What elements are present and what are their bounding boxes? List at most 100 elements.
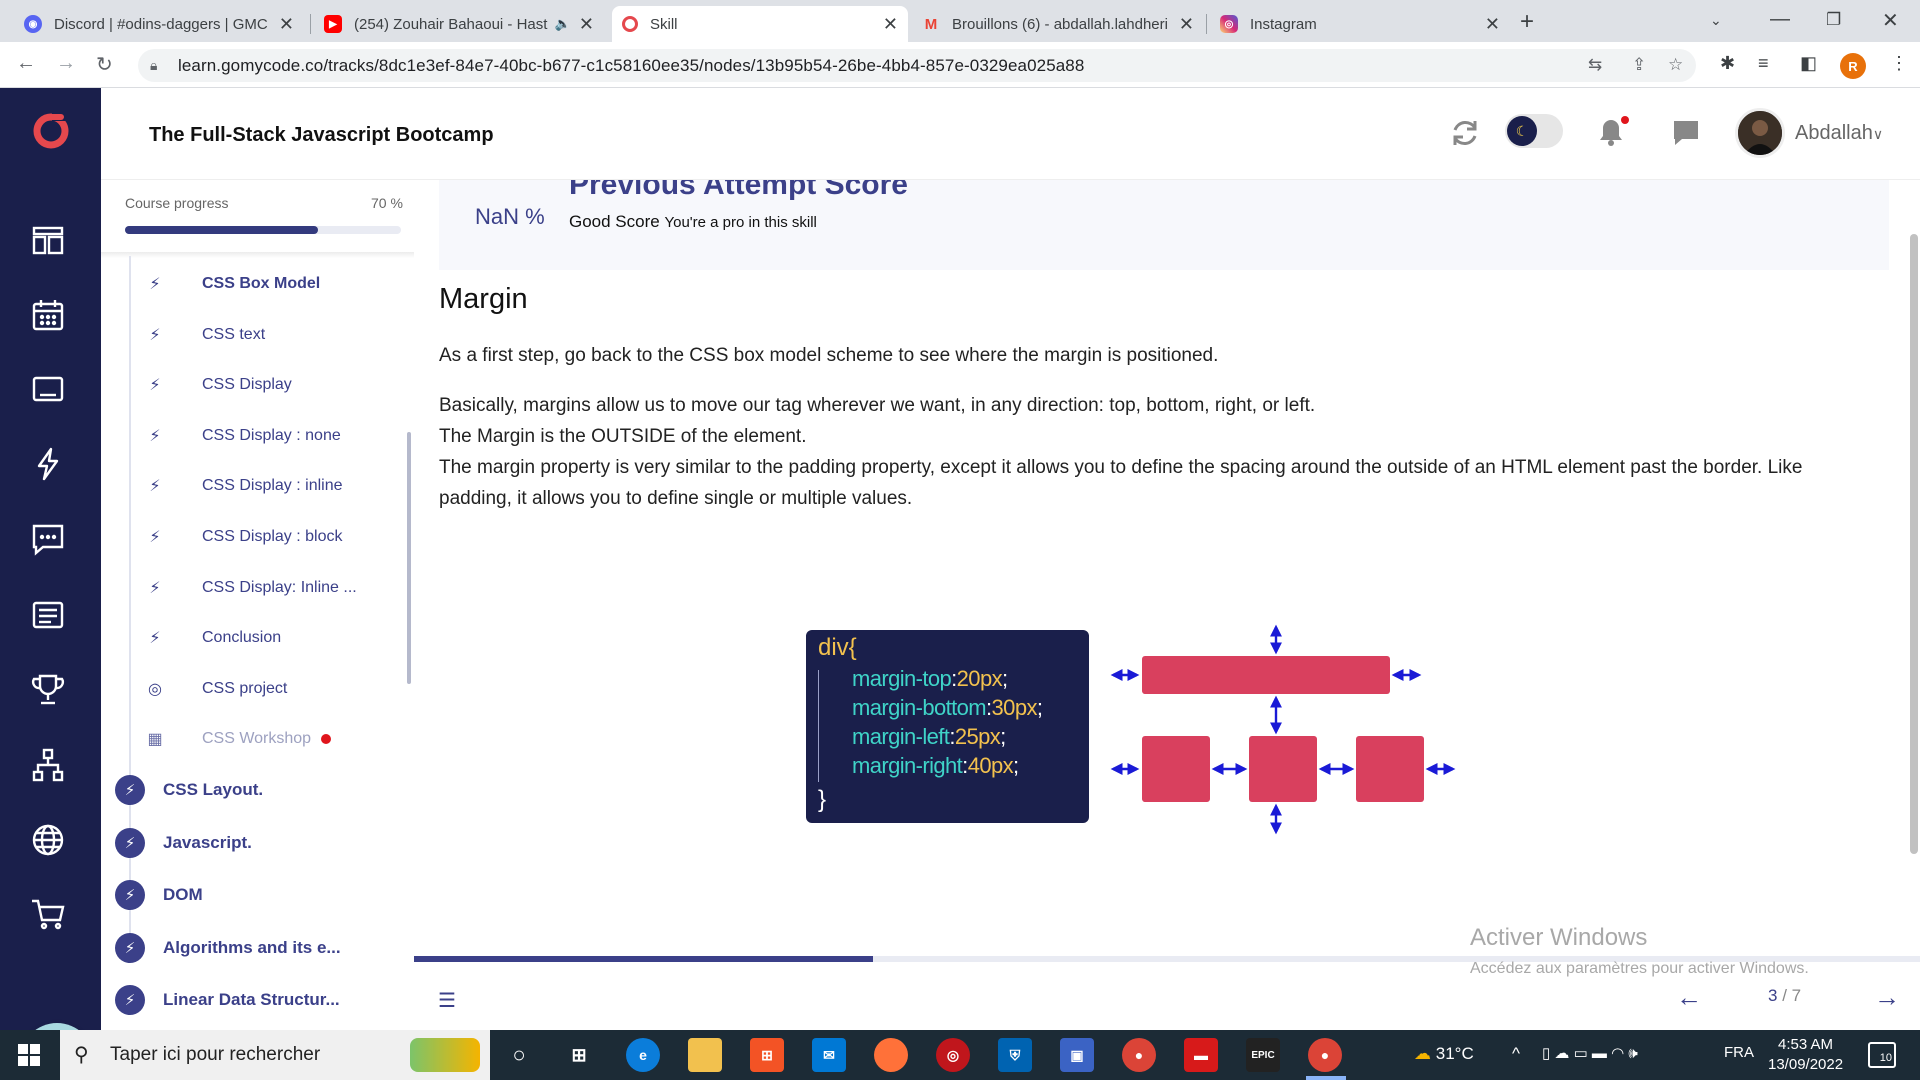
document-icon[interactable] — [30, 597, 66, 633]
chrome-profile-icon[interactable]: ● — [1308, 1038, 1342, 1072]
bolt-icon: ⚡︎ — [149, 529, 161, 546]
taskbar-search[interactable]: ⚲ Taper ici pour rechercher — [60, 1030, 490, 1080]
browser-menu-icon[interactable]: ⋮ — [1890, 53, 1908, 74]
sidebar-module-item[interactable]: ⚡︎ CSS Layout. — [115, 772, 263, 808]
next-page-button[interactable]: → — [1874, 982, 1900, 1013]
sidebar-lesson-item[interactable]: ◎ CSS project — [145, 669, 287, 709]
minimize-button[interactable]: — — [1770, 8, 1790, 31]
sidebar-module-item[interactable]: ⚡︎ Linear Data Structur... — [115, 982, 340, 1018]
sidebar-scrollbar[interactable] — [407, 432, 411, 684]
new-tab-button[interactable]: + — [1520, 8, 1534, 36]
app-rail — [0, 88, 101, 1080]
translate-icon[interactable]: ⇆ — [1588, 55, 1602, 75]
media-queue-icon[interactable]: ≡ — [1758, 53, 1769, 74]
firefox-icon[interactable] — [874, 1038, 908, 1072]
sidebar-lesson-item[interactable]: ⚡︎ CSS Box Model — [145, 264, 320, 304]
red-app-icon[interactable]: ▬ — [1184, 1038, 1218, 1072]
back-arrow-icon[interactable]: ← — [16, 52, 36, 75]
sidebar-module-item[interactable]: ⚡︎ Javascript. — [115, 825, 252, 861]
chrome-icon[interactable]: ● — [1122, 1038, 1156, 1072]
notification-center-icon[interactable]: 10 — [1868, 1042, 1896, 1068]
user-menu[interactable]: Abdallah∨ — [1795, 122, 1883, 145]
sidebar-lesson-item[interactable]: ⚡︎ CSS Display — [145, 365, 291, 405]
weather-widget[interactable]: ☁ 31°C — [1414, 1044, 1474, 1064]
cart-icon[interactable] — [30, 896, 66, 932]
bolt-icon[interactable] — [30, 446, 66, 482]
epic-games-icon[interactable]: EPIC — [1246, 1038, 1280, 1072]
browser-profile-avatar[interactable]: R — [1840, 53, 1866, 79]
module-label: Linear Data Structur... — [163, 990, 340, 1009]
close-tab-icon[interactable]: ✕ — [1485, 14, 1500, 35]
lock-icon[interactable]: 🔒︎ — [150, 57, 157, 74]
course-progress-label: Course progress — [125, 195, 229, 211]
close-tab-icon[interactable]: ✕ — [883, 14, 898, 35]
sidebar-module-item[interactable]: ⚡︎ Algorithms and its e... — [115, 930, 341, 966]
url-field[interactable]: 🔒︎ learn.gomycode.co/tracks/8dc1e3ef-84e… — [138, 49, 1696, 82]
refresh-icon[interactable] — [1449, 118, 1481, 148]
mail-icon[interactable]: ✉ — [812, 1038, 846, 1072]
sidebar-lesson-item[interactable]: ⚡︎ CSS Display : block — [145, 517, 342, 557]
tab-search-icon[interactable]: ⌄ — [1710, 12, 1722, 29]
dark-mode-toggle[interactable]: ☾ — [1505, 114, 1563, 148]
laptop-icon[interactable] — [30, 372, 66, 408]
windows-activation-watermark: Activer Windows Accédez aux paramètres p… — [1470, 924, 1809, 978]
edge-icon[interactable]: e — [626, 1038, 660, 1072]
reload-icon[interactable]: ↻ — [96, 52, 113, 77]
sidebar-lesson-item[interactable]: ⚡︎ Conclusion — [145, 618, 281, 658]
bolt-icon: ⚡︎ — [149, 427, 161, 445]
lesson-label: CSS text — [202, 325, 266, 343]
tray-overflow-icon[interactable]: ^ — [1512, 1044, 1520, 1064]
sidebar-lesson-item[interactable]: ⚡︎ CSS text — [145, 315, 265, 355]
side-panel-icon[interactable]: ◧ — [1800, 53, 1817, 74]
windows-start-icon[interactable] — [18, 1044, 40, 1066]
phone-link-icon[interactable]: ▣ — [1060, 1038, 1094, 1072]
extensions-puzzle-icon[interactable]: ✱ — [1720, 53, 1735, 74]
browser-tab-discord[interactable]: ◉ Discord | #odins-daggers | GMC ✕ — [14, 6, 304, 42]
clock[interactable]: 4:53 AM 13/09/2022 — [1768, 1035, 1843, 1075]
close-window-button[interactable]: ✕ — [1882, 8, 1899, 33]
user-avatar[interactable] — [1735, 108, 1785, 158]
previous-page-button[interactable]: ← — [1676, 982, 1702, 1013]
store-icon[interactable]: ⊞ — [750, 1038, 784, 1072]
url-text[interactable]: learn.gomycode.co/tracks/8dc1e3ef-84e7-4… — [178, 56, 1084, 76]
page-scrollbar[interactable] — [1910, 234, 1918, 854]
forward-arrow-icon[interactable]: → — [56, 52, 76, 75]
module-label: Javascript. — [163, 832, 252, 852]
notification-bell-icon[interactable] — [1597, 114, 1631, 148]
globe-icon[interactable] — [30, 822, 66, 858]
chat-icon[interactable] — [30, 521, 66, 557]
share-icon[interactable]: ⇪ — [1632, 55, 1646, 75]
restore-button[interactable]: ❐ — [1826, 10, 1841, 30]
browser-tab-youtube[interactable]: ▶ (254) Zouhair Bahaoui - Hast 🔈 ✕ — [314, 6, 604, 42]
browser-tab-gmail[interactable]: M Brouillons (6) - abdallah.lahdheri ✕ — [912, 6, 1204, 42]
browser-tab-instagram[interactable]: ◎ Instagram ✕ — [1210, 6, 1510, 42]
close-tab-icon[interactable]: ✕ — [1179, 14, 1194, 35]
sidebar-lesson-item[interactable]: ⚡︎ CSS Display : inline — [145, 466, 342, 506]
file-explorer-icon[interactable] — [688, 1038, 722, 1072]
calendar-icon[interactable] — [30, 297, 66, 333]
trophy-icon[interactable] — [30, 672, 66, 708]
sidebar-lesson-item[interactable]: ⚡︎ CSS Display : none — [145, 416, 340, 456]
audio-playing-icon[interactable]: 🔈 — [555, 16, 571, 32]
bolt-icon: ⚡︎ — [115, 985, 145, 1015]
org-chart-icon[interactable] — [30, 747, 66, 783]
youtube-icon: ▶ — [324, 15, 342, 33]
dashboard-icon[interactable] — [30, 222, 66, 258]
tray-icons[interactable]: ▯ ☁ ▭ ▬ ◠ 🕪︎ — [1542, 1044, 1638, 1062]
messages-icon[interactable] — [1671, 118, 1701, 148]
sidebar-lesson-item[interactable]: ▦ CSS Workshop — [145, 719, 332, 759]
game-app-icon[interactable]: ◎ — [936, 1038, 970, 1072]
bolt-icon: ⚡︎ — [149, 478, 161, 496]
sidebar-module-item[interactable]: ⚡︎ DOM — [115, 877, 203, 913]
shield-icon[interactable]: ⛨ — [998, 1038, 1032, 1072]
bookmark-star-icon[interactable]: ☆ — [1668, 55, 1683, 75]
language-indicator[interactable]: FRA — [1724, 1044, 1754, 1061]
gomycode-logo[interactable] — [30, 108, 72, 150]
task-view-icon[interactable]: ○ — [502, 1038, 536, 1072]
sidebar-lesson-item[interactable]: ⚡︎ CSS Display: Inline ... — [145, 568, 356, 608]
table-of-contents-icon[interactable]: ☰ — [438, 988, 456, 1013]
widgets-icon[interactable]: ⊞ — [562, 1038, 596, 1072]
close-tab-icon[interactable]: ✕ — [579, 14, 594, 35]
browser-tab-skill[interactable]: Skill ✕ — [612, 6, 908, 42]
close-tab-icon[interactable]: ✕ — [279, 14, 294, 35]
